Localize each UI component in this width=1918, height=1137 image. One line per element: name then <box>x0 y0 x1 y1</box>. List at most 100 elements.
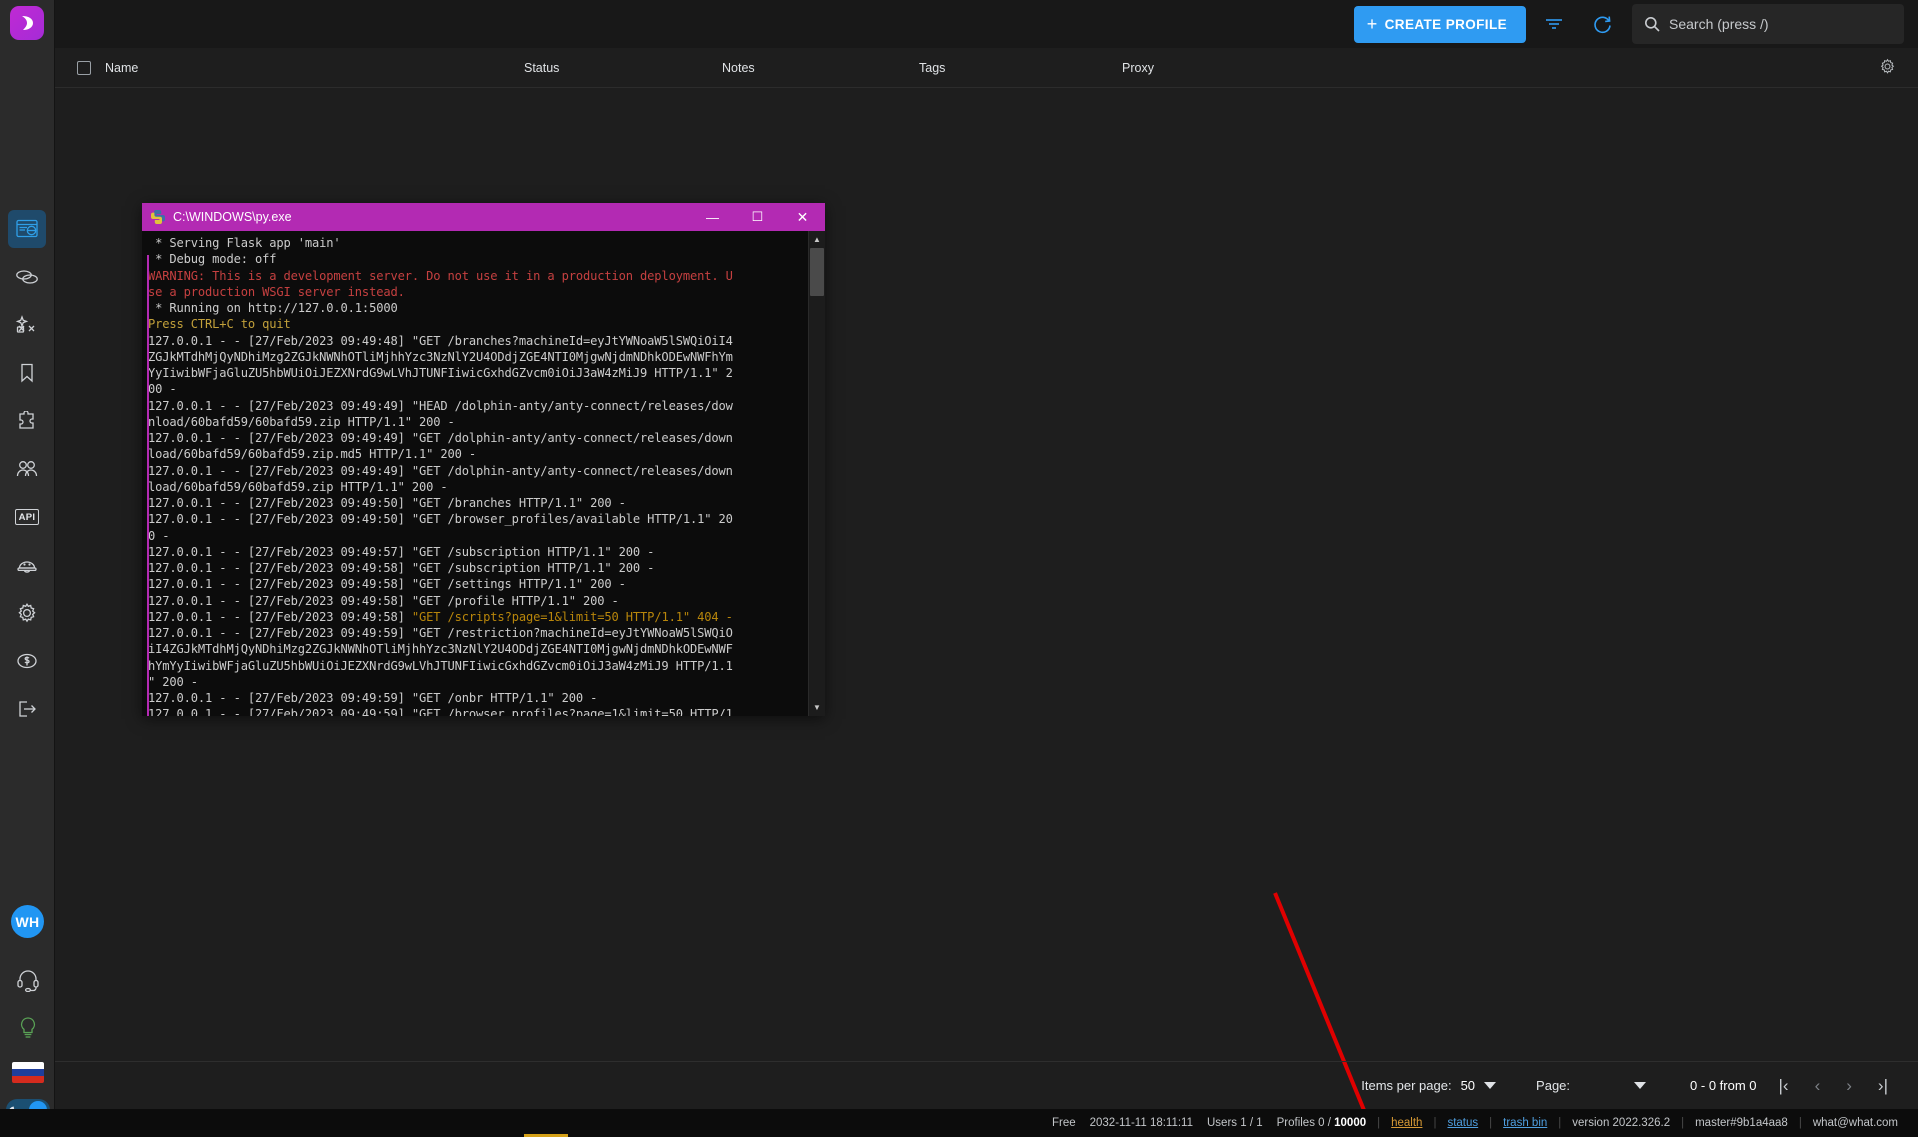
filter-button[interactable] <box>1534 4 1574 44</box>
dollar-circle-icon <box>17 653 37 669</box>
column-header-status[interactable]: Status <box>524 61 559 75</box>
column-header-notes[interactable]: Notes <box>722 61 755 75</box>
scroll-up-button[interactable]: ▲ <box>809 231 825 248</box>
gear-icon <box>1880 58 1895 74</box>
column-header-tags[interactable]: Tags <box>919 61 945 75</box>
status-separator-5: | <box>1681 1117 1685 1129</box>
items-per-page-group: Items per page: 50 <box>1361 1078 1497 1093</box>
create-profile-button[interactable]: + CREATE PROFILE <box>1353 5 1526 43</box>
cmd-log-output: * Serving Flask app 'main' * Debug mode:… <box>142 231 808 716</box>
last-page-button[interactable]: ›| <box>1878 1076 1888 1096</box>
cmd-log-line: 127.0.0.1 - - [27/Feb/2023 09:49:50] "GE… <box>148 496 626 510</box>
sidebar-item-browser-profiles[interactable] <box>8 210 46 248</box>
app-root: API WH + CREATE PROFILE Search (press /)… <box>0 0 1918 1137</box>
profiles-label: Profiles 0 / 10000 <box>1277 1117 1367 1129</box>
column-header-proxy[interactable]: Proxy <box>1122 61 1154 75</box>
page-select-group: Page: <box>1536 1078 1647 1093</box>
cmd-log-line: load/60bafd59/60bafd59.zip HTTP/1.1" 200… <box>148 479 448 494</box>
left-sidebar: API WH <box>0 0 55 1137</box>
cmd-log-line: 127.0.0.1 - - [27/Feb/2023 09:49:58] "GE… <box>148 561 655 575</box>
page-dropdown[interactable] <box>1634 1082 1647 1089</box>
sidebar-item-logout[interactable] <box>8 690 46 728</box>
table-settings-button[interactable] <box>1879 58 1896 78</box>
cmd-log-line: * Running on http://127.0.0.1:5000 <box>148 301 398 315</box>
puzzle-piece-icon <box>19 411 34 429</box>
gear-icon <box>18 602 36 623</box>
items-per-page-label: Items per page: <box>1361 1078 1452 1093</box>
page-label: Page: <box>1536 1078 1571 1093</box>
cmd-scrollbar[interactable]: ▲ ▼ <box>808 231 825 716</box>
health-link[interactable]: health <box>1391 1117 1422 1129</box>
scroll-thumb[interactable] <box>810 248 824 296</box>
sidebar-item-bookmarks[interactable] <box>8 354 46 392</box>
create-profile-label: CREATE PROFILE <box>1384 16 1507 32</box>
filter-icon <box>1546 19 1562 29</box>
items-per-page-dropdown[interactable] <box>1484 1082 1497 1089</box>
status-link[interactable]: status <box>1447 1117 1478 1129</box>
cmd-log-line: WARNING: This is a development server. D… <box>148 268 733 283</box>
cmd-log-line: Press CTRL+C to quit <box>148 317 291 332</box>
profiles-table-header: Name Status Notes Tags Proxy <box>55 48 1918 88</box>
cmd-log-line: se a production WSGI server instead. <box>148 284 405 299</box>
cmd-title-text: C:\WINDOWS\py.exe <box>173 210 292 224</box>
trash-bin-link[interactable]: trash bin <box>1503 1117 1547 1129</box>
cmd-log-line: 127.0.0.1 - - [27/Feb/2023 09:49:58] "GE… <box>148 577 626 592</box>
sidebar-item-cookie-robot[interactable] <box>8 546 46 584</box>
dolphin-anty-logo[interactable] <box>10 6 44 40</box>
lightbulb-icon <box>20 1017 35 1038</box>
logout-icon <box>19 701 36 717</box>
sidebar-item-settings[interactable] <box>8 594 46 632</box>
sidebar-item-proxies[interactable] <box>8 258 46 296</box>
headset-icon <box>16 970 39 992</box>
language-flag-ru[interactable] <box>11 1062 44 1083</box>
cmd-log-line: 127.0.0.1 - - [27/Feb/2023 09:49:50] "GE… <box>148 512 733 527</box>
cmd-log-line: 0 - <box>148 528 170 543</box>
avatar[interactable]: WH <box>11 905 44 938</box>
cmd-log-line: 127.0.0.1 - - [27/Feb/2023 09:49:49] "GE… <box>148 463 733 478</box>
version-label: version 2022.326.2 <box>1572 1117 1671 1129</box>
sidebar-item-subscription[interactable] <box>8 642 46 680</box>
profiles-limit: 10000 <box>1334 1117 1367 1129</box>
pagination-nav: |‹ ‹ › ›| <box>1779 1076 1889 1096</box>
cmd-title-bar[interactable]: C:\WINDOWS\py.exe — ☐ ✕ <box>142 203 825 231</box>
search-placeholder: Search (press /) <box>1669 16 1769 32</box>
sidebar-bottom-group: WH <box>0 905 55 1137</box>
bookmark-icon <box>21 363 33 383</box>
status-bar: Free 2032-11-11 18:11:11 Users 1 / 1 Pro… <box>0 1109 1918 1137</box>
prev-page-button[interactable]: ‹ <box>1815 1076 1821 1096</box>
plus-icon: + <box>1366 14 1378 34</box>
status-separator-2: | <box>1433 1117 1437 1129</box>
cmd-log-line: 00 - <box>148 382 177 397</box>
close-button[interactable]: ✕ <box>780 203 825 231</box>
cmd-window[interactable]: C:\WINDOWS\py.exe — ☐ ✕ * Serving Flask … <box>142 203 825 716</box>
cmd-log-line: " 200 - <box>148 674 198 689</box>
sidebar-item-automation[interactable] <box>8 306 46 344</box>
sidebar-item-extensions[interactable] <box>8 402 46 440</box>
cmd-selection-bar <box>147 255 149 716</box>
sidebar-item-tips[interactable] <box>9 1009 47 1047</box>
first-page-button[interactable]: |‹ <box>1779 1076 1789 1096</box>
sidebar-item-api[interactable]: API <box>8 498 46 536</box>
cookie-robot-icon <box>17 561 37 573</box>
scroll-down-button[interactable]: ▼ <box>809 699 825 716</box>
sidebar-item-team[interactable] <box>8 450 46 488</box>
profiles-count: Profiles 0 / <box>1276 1117 1331 1129</box>
minimize-button[interactable]: — <box>690 203 735 231</box>
sidebar-item-support[interactable] <box>9 961 47 999</box>
cmd-log-line: 127.0.0.1 - - [27/Feb/2023 09:49:59] "GE… <box>148 691 598 705</box>
select-all-checkbox[interactable] <box>77 60 91 75</box>
cmd-log-line: * Serving Flask app 'main' <box>148 236 341 250</box>
magic-wand-icon <box>15 315 35 333</box>
datetime-label: 2032-11-11 18:11:11 <box>1089 1117 1193 1129</box>
cmd-log-line: 127.0.0.1 - - [27/Feb/2023 09:49:58] "GE… <box>148 593 619 608</box>
search-input[interactable]: Search (press /) <box>1632 4 1904 44</box>
maximize-button[interactable]: ☐ <box>735 203 780 231</box>
status-separator-4: | <box>1558 1117 1562 1129</box>
column-header-name[interactable]: Name <box>105 61 138 75</box>
refresh-button[interactable] <box>1582 4 1622 44</box>
cmd-log-line: 127.0.0.1 - - [27/Feb/2023 09:49:59] "GE… <box>148 707 733 716</box>
next-page-button[interactable]: › <box>1846 1076 1852 1096</box>
pagination-bar: Items per page: 50 Page: 0 - 0 from 0 |‹… <box>55 1061 1918 1109</box>
cmd-window-controls: — ☐ ✕ <box>690 203 825 231</box>
account-email-label: what@what.com <box>1812 1117 1898 1129</box>
